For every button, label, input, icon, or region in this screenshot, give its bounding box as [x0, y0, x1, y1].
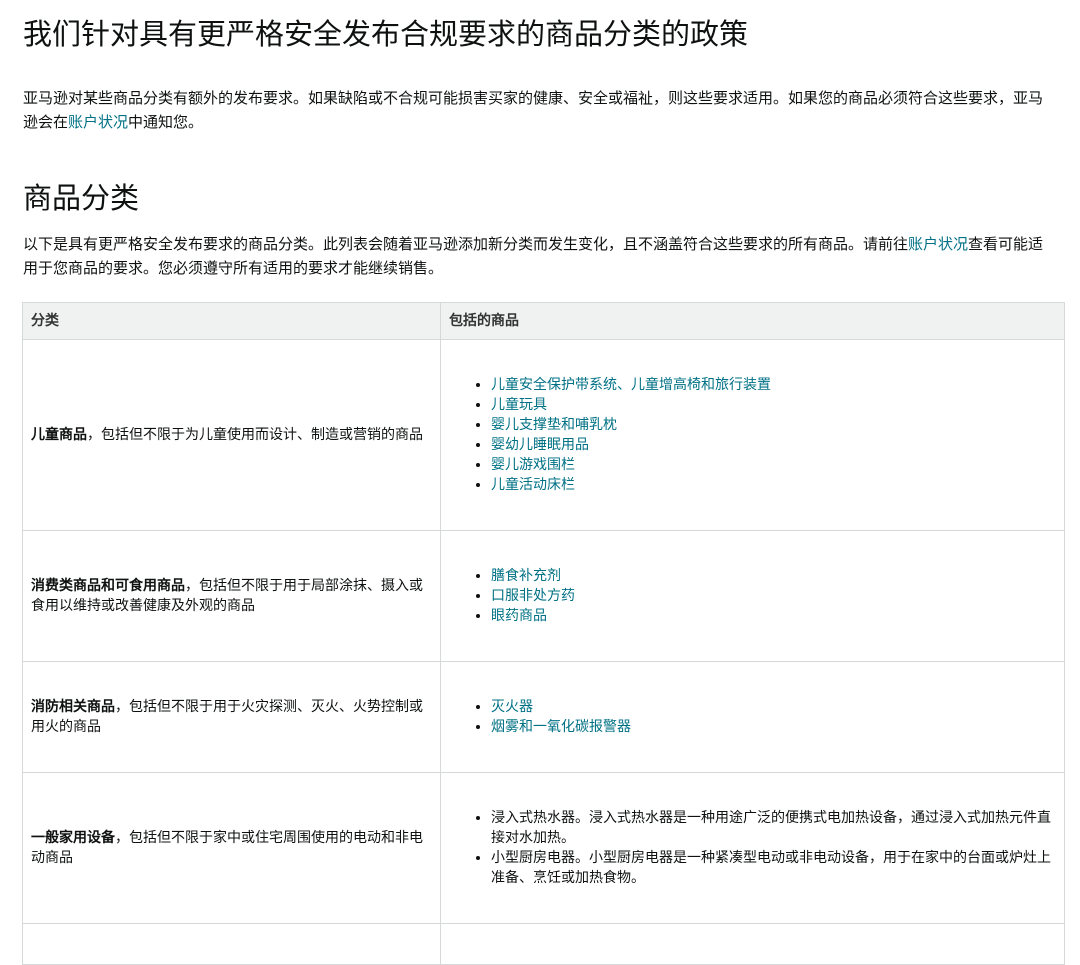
item-link[interactable]: 儿童玩具 — [491, 397, 547, 413]
header-category: 分类 — [22, 302, 441, 340]
list-item: 小型厨房电器。小型厨房电器是一种紧凑型电动或非电动设备，用于在家中的台面或炉灶上… — [491, 848, 1056, 888]
items-list: 灭火器 烟雾和一氧化碳报警器 — [461, 697, 1056, 737]
table-row: 消费类商品和可食用商品，包括但不限于用于局部涂抹、摄入或食用以维持或改善健康及外… — [22, 530, 1065, 662]
list-item: 口服非处方药 — [491, 586, 1056, 606]
items-cell: 膳食补充剂 口服非处方药 眼药商品 — [440, 530, 1065, 662]
list-item: 灭火器 — [491, 697, 1056, 717]
item-link[interactable]: 儿童活动床栏 — [491, 477, 575, 493]
table-row: 一般家用设备，包括但不限于家中或住宅周围使用的电动和非电动商品 浸入式热水器。浸… — [22, 772, 1065, 924]
item-link[interactable]: 婴儿游戏围栏 — [491, 457, 575, 473]
section-description: 以下是具有更严格安全发布要求的商品分类。此列表会随着亚马逊添加新分类而发生变化，… — [23, 232, 1057, 280]
items-list: 膳食补充剂 口服非处方药 眼药商品 — [461, 566, 1056, 626]
list-item: 浸入式热水器。浸入式热水器是一种用途广泛的便携式电加热设备，通过浸入式加热元件直… — [491, 808, 1056, 848]
section-title: 商品分类 — [23, 181, 140, 215]
list-item: 烟雾和一氧化碳报警器 — [491, 717, 1056, 737]
category-name: 消费类商品和可食用商品 — [31, 578, 185, 594]
item-link[interactable]: 烟雾和一氧化碳报警器 — [491, 719, 631, 735]
intro-text-after: 中通知您。 — [128, 113, 204, 131]
table-row: 消防相关商品，包括但不限于用于火灾探测、灭火、火势控制或用火的商品 灭火器 烟雾… — [22, 661, 1065, 773]
list-item: 儿童玩具 — [491, 395, 1056, 415]
account-health-link[interactable]: 账户状况 — [68, 113, 128, 131]
category-name: 儿童商品 — [31, 427, 87, 443]
category-name: 一般家用设备 — [31, 830, 115, 846]
items-cell: 浸入式热水器。浸入式热水器是一种用途广泛的便携式电加热设备，通过浸入式加热元件直… — [440, 772, 1065, 924]
category-cell: 一般家用设备，包括但不限于家中或住宅周围使用的电动和非电动商品 — [22, 772, 441, 924]
policy-page: 我们针对具有更严格安全发布合规要求的商品分类的政策 亚马逊对某些商品分类有额外的… — [0, 0, 1080, 965]
desc-text-before: 以下是具有更严格安全发布要求的商品分类。此列表会随着亚马逊添加新分类而发生变化，… — [23, 235, 909, 253]
list-item: 膳食补充剂 — [491, 566, 1056, 586]
category-cell: 消防相关商品，包括但不限于用于火灾探测、灭火、火势控制或用火的商品 — [22, 661, 441, 773]
category-cell: 消费类商品和可食用商品，包括但不限于用于局部涂抹、摄入或食用以维持或改善健康及外… — [22, 530, 441, 662]
intro-paragraph: 亚马逊对某些商品分类有额外的发布要求。如果缺陷或不合规可能损害买家的健康、安全或… — [23, 86, 1057, 134]
item-link[interactable]: 儿童安全保护带系统、儿童增高椅和旅行装置 — [491, 377, 771, 393]
items-cell: 儿童安全保护带系统、儿童增高椅和旅行装置 儿童玩具 婴儿支撑垫和哺乳枕 婴幼儿睡… — [440, 339, 1065, 531]
category-cell: 儿童商品，包括但不限于为儿童使用而设计、制造或营销的商品 — [22, 339, 441, 531]
category-desc: ，包括但不限于为儿童使用而设计、制造或营销的商品 — [87, 427, 423, 443]
list-item: 眼药商品 — [491, 606, 1056, 626]
item-link[interactable]: 口服非处方药 — [491, 588, 575, 604]
item-link[interactable]: 眼药商品 — [491, 608, 547, 624]
item-link[interactable]: 膳食补充剂 — [491, 568, 561, 584]
page-title: 我们针对具有更严格安全发布合规要求的商品分类的政策 — [23, 17, 749, 51]
header-items: 包括的商品 — [440, 302, 1065, 340]
items-list: 儿童安全保护带系统、儿童增高椅和旅行装置 儿童玩具 婴儿支撑垫和哺乳枕 婴幼儿睡… — [461, 375, 1056, 495]
table-row: 儿童商品，包括但不限于为儿童使用而设计、制造或营销的商品 儿童安全保护带系统、儿… — [22, 339, 1065, 531]
list-item: 婴儿支撑垫和哺乳枕 — [491, 415, 1056, 435]
account-health-link-2[interactable]: 账户状况 — [908, 235, 968, 253]
items-list: 浸入式热水器。浸入式热水器是一种用途广泛的便携式电加热设备，通过浸入式加热元件直… — [461, 808, 1056, 888]
item-link[interactable]: 灭火器 — [491, 699, 533, 715]
category-name: 消防相关商品 — [31, 699, 115, 715]
list-item: 儿童活动床栏 — [491, 475, 1056, 495]
item-link[interactable]: 婴幼儿睡眠用品 — [491, 437, 589, 453]
item-link[interactable]: 婴儿支撑垫和哺乳枕 — [491, 417, 617, 433]
items-cell: 灭火器 烟雾和一氧化碳报警器 — [440, 661, 1065, 773]
list-item: 婴儿游戏围栏 — [491, 455, 1056, 475]
list-item: 儿童安全保护带系统、儿童增高椅和旅行装置 — [491, 375, 1056, 395]
list-item: 婴幼儿睡眠用品 — [491, 435, 1056, 455]
table-header-row: 分类 包括的商品 — [22, 302, 1065, 340]
category-table: 分类 包括的商品 儿童商品，包括但不限于为儿童使用而设计、制造或营销的商品 儿童… — [22, 302, 1065, 965]
